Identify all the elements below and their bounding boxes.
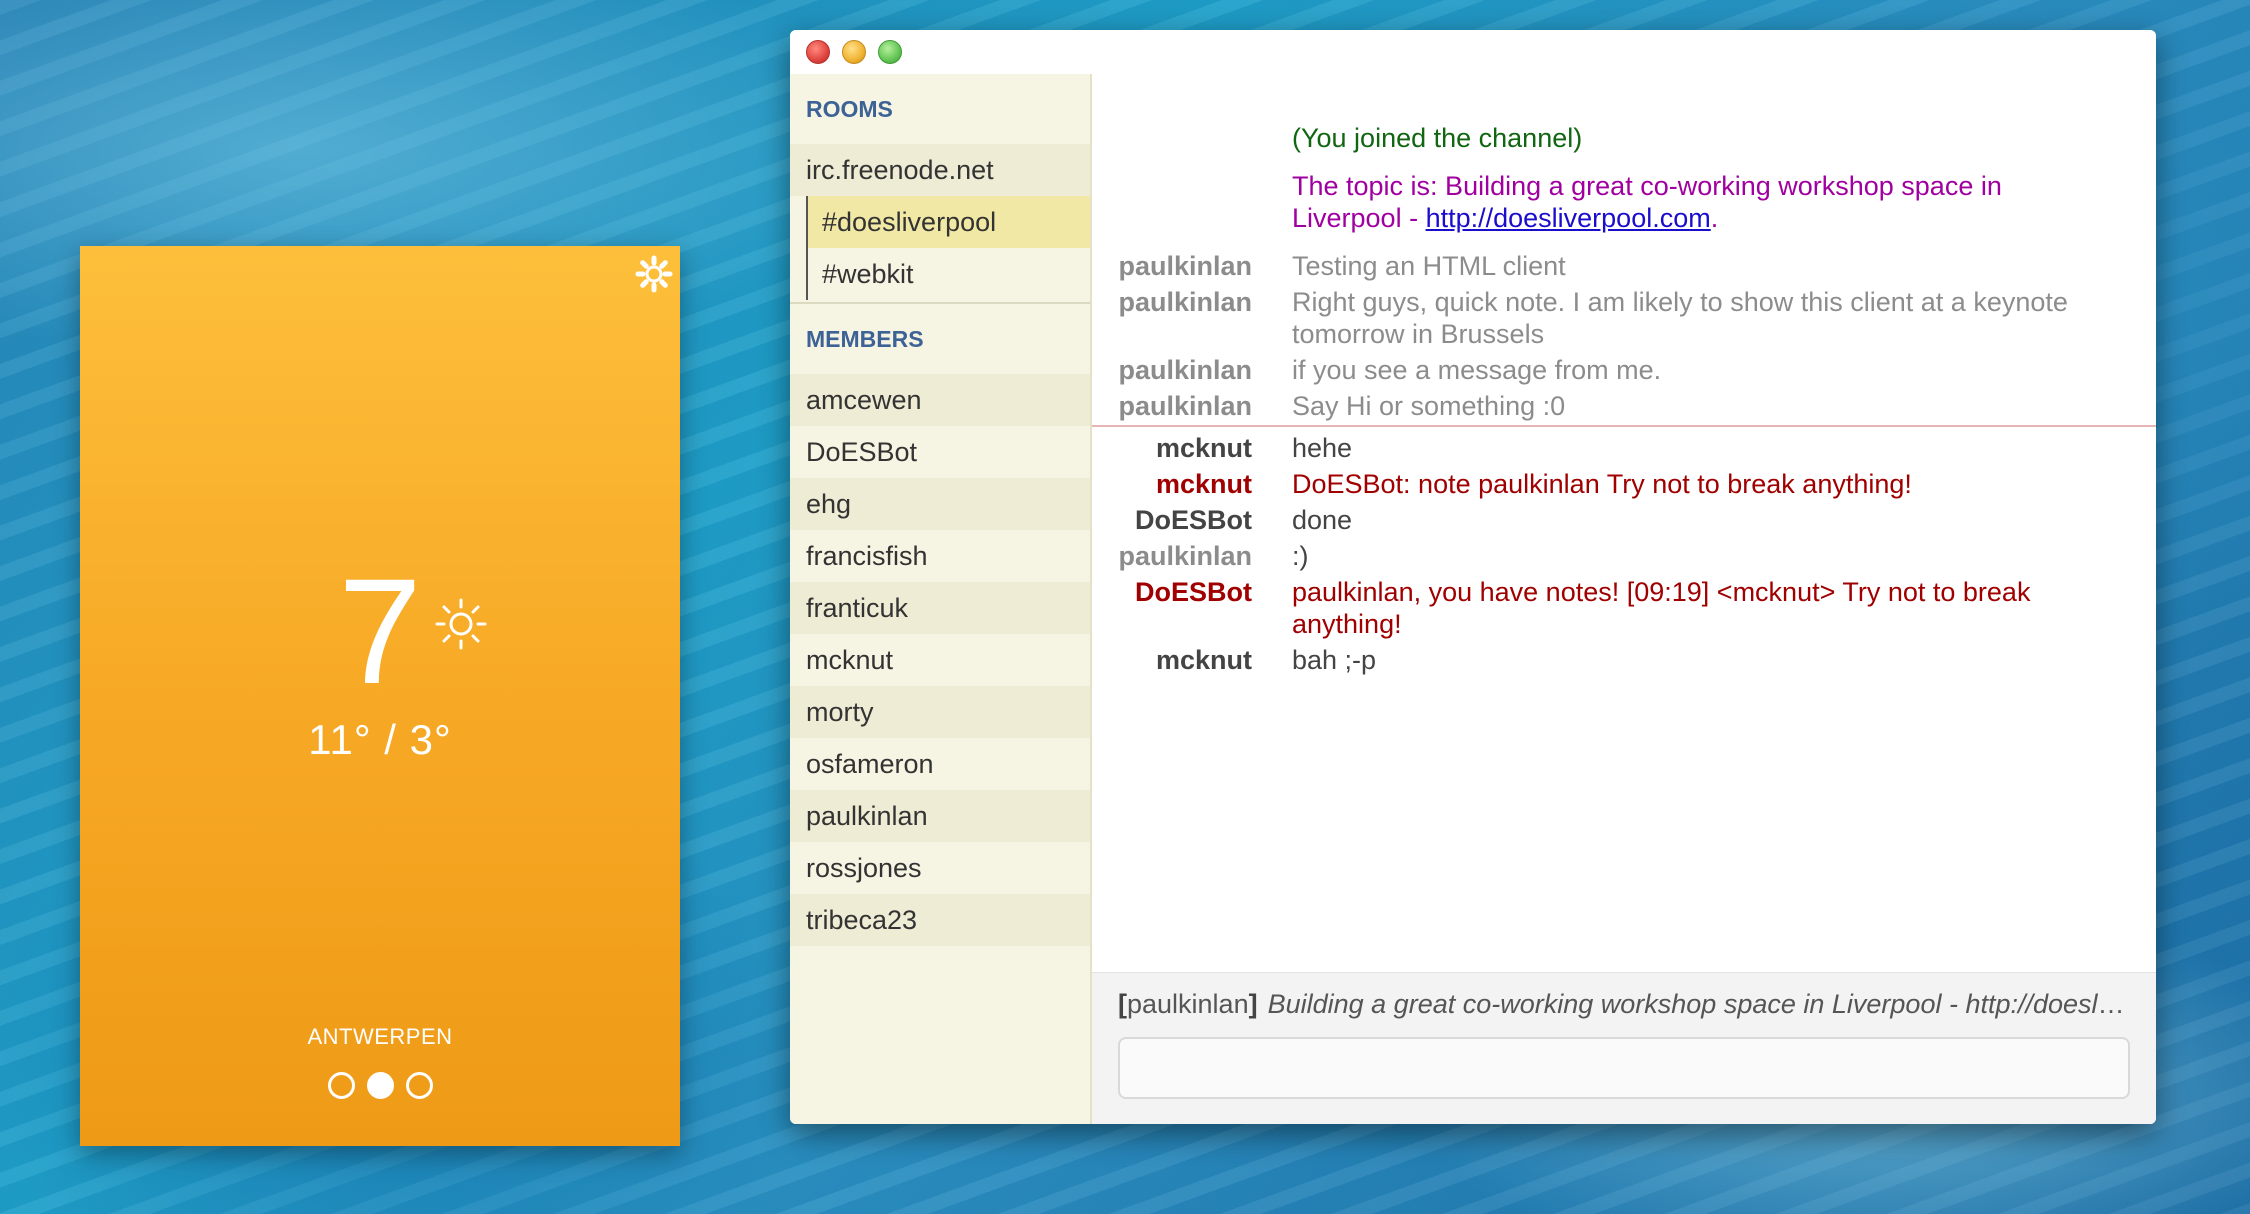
message-nick[interactable]: mcknut: [1092, 644, 1252, 676]
weather-widget: 7 11° / 3° ANTWERPEN: [80, 246, 680, 1146]
page-dot-active[interactable]: [366, 1072, 394, 1099]
close-button[interactable]: [806, 40, 830, 64]
chat-main: (You joined the channel) The topic is: B…: [1092, 74, 2156, 1124]
topic-notice: The topic is: Building a great co-workin…: [1292, 170, 2156, 234]
system-message: (You joined the channel): [1092, 122, 2156, 154]
message-row: mcknut hehe: [1092, 432, 2156, 464]
message-row-highlight: DoESBot paulkinlan, you have notes! [09:…: [1092, 576, 2156, 640]
member-item[interactable]: franticuk: [790, 582, 1090, 634]
system-message: The topic is: Building a great co-workin…: [1092, 170, 2156, 234]
message-row: DoESBot done: [1092, 504, 2156, 536]
current-temperature: 7: [338, 547, 422, 715]
current-topic: Building a great co-working workshop spa…: [1267, 989, 2130, 1019]
message-text: Testing an HTML client: [1292, 251, 1566, 281]
current-topic-bar: [paulkinlan] Building a great co-working …: [1118, 989, 2130, 1029]
member-item[interactable]: mcknut: [790, 634, 1090, 686]
title-bar: [790, 30, 2156, 74]
message-text: if you see a message from me.: [1292, 355, 1662, 385]
message-row: paulkinlan :): [1092, 540, 2156, 572]
page-dot[interactable]: [405, 1072, 433, 1099]
topic-link[interactable]: http://doesliverpool.com: [1426, 203, 1711, 233]
member-item[interactable]: ehg: [790, 478, 1090, 530]
nick-close-bracket: ]: [1248, 989, 1258, 1019]
channel-item-webkit[interactable]: #webkit: [806, 248, 1090, 300]
message-text: hehe: [1292, 433, 1353, 463]
temperature-display: 7: [80, 546, 680, 716]
gear-icon[interactable]: [634, 254, 674, 294]
message-text: paulkinlan, you have notes! [09:19] <mck…: [1292, 577, 2031, 639]
message-row-highlight: mcknut DoESBot: note paulkinlan Try not …: [1092, 468, 2156, 500]
message-nick[interactable]: paulkinlan: [1092, 250, 1252, 282]
message-text: :): [1292, 541, 1309, 571]
message-text: Right guys, quick note. I am likely to s…: [1292, 287, 2068, 349]
city-name: ANTWERPEN: [307, 1024, 453, 1049]
member-item[interactable]: rossjones: [790, 842, 1090, 894]
message-nick[interactable]: DoESBot: [1092, 504, 1252, 536]
message-nick[interactable]: paulkinlan: [1092, 354, 1252, 386]
sun-icon: [435, 598, 487, 650]
high-low-temperature: 11° / 3°: [308, 716, 452, 763]
minimize-button[interactable]: [842, 40, 866, 64]
member-item[interactable]: paulkinlan: [790, 790, 1090, 842]
message-nick[interactable]: DoESBot: [1092, 576, 1252, 640]
page-dot[interactable]: [327, 1072, 355, 1099]
message-text: done: [1292, 505, 1353, 535]
member-item[interactable]: tribeca23: [790, 894, 1090, 946]
message-row: paulkinlan Testing an HTML client: [1092, 250, 2156, 282]
message-log: (You joined the channel) The topic is: B…: [1092, 74, 2156, 714]
message-nick[interactable]: paulkinlan: [1092, 390, 1252, 422]
message-nick[interactable]: paulkinlan: [1092, 286, 1252, 350]
topic-suffix: .: [1710, 203, 1719, 233]
message-row: paulkinlan Say Hi or something :0: [1092, 390, 2156, 422]
member-item[interactable]: morty: [790, 686, 1090, 738]
sidebar: ROOMS irc.freenode.net #doesliverpool #w…: [790, 74, 1092, 1124]
rooms-heading: ROOMS: [806, 95, 893, 122]
message-nick[interactable]: mcknut: [1092, 468, 1252, 500]
message-input[interactable]: [1118, 1037, 2130, 1099]
message-row: paulkinlan Right guys, quick note. I am …: [1092, 286, 2156, 350]
message-row: paulkinlan if you see a message from me.: [1092, 354, 2156, 386]
message-row: mcknut bah ;-p: [1092, 644, 2156, 676]
message-text: DoESBot: note paulkinlan Try not to brea…: [1292, 469, 1912, 499]
message-nick[interactable]: paulkinlan: [1092, 540, 1252, 572]
message-text: Say Hi or something :0: [1292, 391, 1566, 421]
maximize-button[interactable]: [878, 40, 902, 64]
irc-client-window: ROOMS irc.freenode.net #doesliverpool #w…: [790, 30, 2156, 1124]
member-item[interactable]: amcewen: [790, 374, 1090, 426]
compose-area: [paulkinlan] Building a great co-working …: [1092, 972, 2156, 1124]
current-nick[interactable]: paulkinlan: [1127, 989, 1249, 1019]
member-item[interactable]: francisfish: [790, 530, 1090, 582]
members-heading: MEMBERS: [806, 325, 924, 352]
page-indicator: [80, 1072, 680, 1099]
member-item[interactable]: osfameron: [790, 738, 1090, 790]
nick-open-bracket: [: [1118, 989, 1127, 1019]
server-item[interactable]: irc.freenode.net: [790, 144, 1090, 196]
channel-item-doesliverpool[interactable]: #doesliverpool: [806, 196, 1090, 248]
join-notice: (You joined the channel): [1292, 123, 1583, 153]
message-text: bah ;-p: [1292, 645, 1377, 675]
read-marker-divider: [1092, 425, 2156, 427]
message-nick[interactable]: mcknut: [1092, 432, 1252, 464]
member-item[interactable]: DoESBot: [790, 426, 1090, 478]
